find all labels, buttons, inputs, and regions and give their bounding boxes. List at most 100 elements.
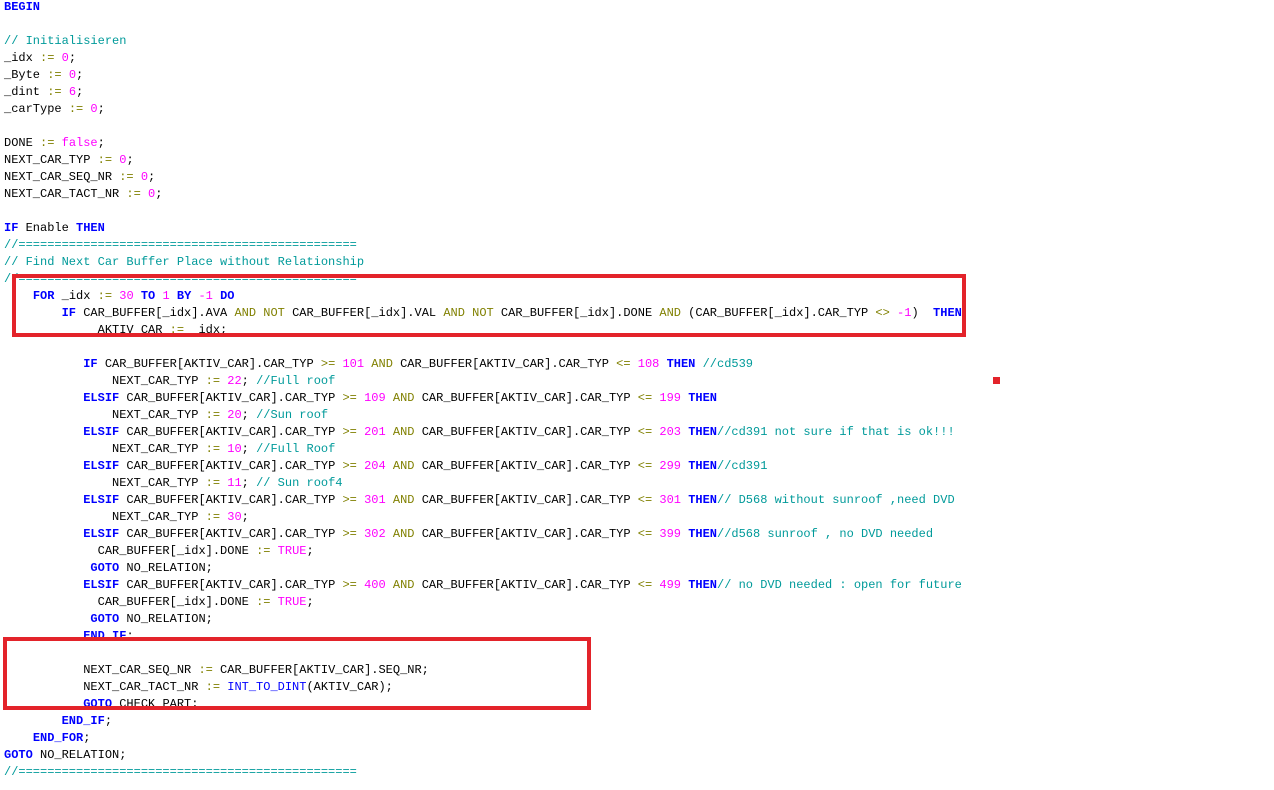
code-token: := <box>206 442 220 456</box>
code-token: DONE <box>4 136 40 150</box>
code-token: 299 <box>659 459 681 473</box>
code-token: Enable <box>18 221 76 235</box>
code-token: CAR_BUFFER[AKTIV_CAR].CAR_TYP <box>415 425 638 439</box>
code-token: CAR_BUFFER[AKTIV_CAR].CAR_TYP <box>415 527 638 541</box>
code-line: // Find Next Car Buffer Place without Re… <box>4 254 962 271</box>
code-token: CAR_BUFFER[_idx].DONE <box>98 544 256 558</box>
code-token: 203 <box>659 425 681 439</box>
code-token: ; <box>155 187 162 201</box>
code-token: >= <box>342 391 356 405</box>
code-token: THEN <box>688 527 717 541</box>
code-token: THEN <box>688 493 717 507</box>
code-token <box>270 595 277 609</box>
code-token: THEN <box>688 425 717 439</box>
code-token: 0 <box>141 170 148 184</box>
code-line: NEXT_CAR_TACT_NR := 0; <box>4 186 962 203</box>
code-token: CAR_BUFFER[AKTIV_CAR].CAR_TYP <box>119 391 342 405</box>
annotation-box <box>12 274 966 337</box>
code-token: >= <box>342 459 356 473</box>
code-token: GOTO <box>90 561 119 575</box>
code-token: 199 <box>659 391 681 405</box>
code-line: NEXT_CAR_TYP := 11; // Sun roof4 <box>4 475 962 492</box>
code-line: ELSIF CAR_BUFFER[AKTIV_CAR].CAR_TYP >= 1… <box>4 390 962 407</box>
code-token: THEN <box>76 221 105 235</box>
code-token: ; <box>83 731 90 745</box>
code-line: _Byte := 0; <box>4 67 962 84</box>
code-token: CAR_BUFFER[AKTIV_CAR].CAR_TYP <box>119 527 342 541</box>
code-token: := <box>40 51 54 65</box>
code-line: CAR_BUFFER[_idx].DONE := TRUE; <box>4 594 962 611</box>
code-line: NEXT_CAR_TYP := 22; //Full roof <box>4 373 962 390</box>
code-token: := <box>126 187 140 201</box>
code-token: TRUE <box>278 544 307 558</box>
code-token: := <box>47 85 61 99</box>
code-token <box>62 68 69 82</box>
code-token: := <box>47 68 61 82</box>
code-token: := <box>98 153 112 167</box>
code-token: 0 <box>69 68 76 82</box>
code-token: CAR_BUFFER[AKTIV_CAR].CAR_TYP <box>119 493 342 507</box>
code-line: ELSIF CAR_BUFFER[AKTIV_CAR].CAR_TYP >= 2… <box>4 458 962 475</box>
code-token: 399 <box>659 527 681 541</box>
code-token: //cd391 not sure if that is ok!!! <box>717 425 955 439</box>
code-token: >= <box>342 527 356 541</box>
code-token: // Initialisieren <box>4 34 126 48</box>
code-token: NEXT_CAR_TYP <box>112 374 206 388</box>
code-token: _dint <box>4 85 47 99</box>
code-token <box>270 544 277 558</box>
code-token: ; <box>76 68 83 82</box>
code-line: //======================================… <box>4 237 962 254</box>
code-token: END_FOR <box>33 731 83 745</box>
code-line: ELSIF CAR_BUFFER[AKTIV_CAR].CAR_TYP >= 3… <box>4 526 962 543</box>
code-line: IF CAR_BUFFER[AKTIV_CAR].CAR_TYP >= 101 … <box>4 356 962 373</box>
code-token: := <box>206 510 220 524</box>
code-token: // D568 without sunroof ,need DVD <box>717 493 955 507</box>
code-line: // Initialisieren <box>4 33 962 50</box>
code-token: 10 <box>227 442 241 456</box>
code-token: CAR_BUFFER[AKTIV_CAR].CAR_TYP <box>415 391 638 405</box>
code-token <box>357 493 364 507</box>
code-token: ; <box>242 374 256 388</box>
code-token: // Sun roof4 <box>256 476 342 490</box>
annotation-dot <box>993 377 1000 384</box>
code-token: <= <box>638 493 652 507</box>
code-line: END_FOR; <box>4 730 962 747</box>
code-token: TRUE <box>278 595 307 609</box>
code-token: ELSIF <box>83 391 119 405</box>
code-token: // no DVD needed : open for future <box>717 578 962 592</box>
code-token <box>62 85 69 99</box>
code-line: NEXT_CAR_TYP := 10; //Full Roof <box>4 441 962 458</box>
code-token: >= <box>321 357 335 371</box>
code-token: ELSIF <box>83 578 119 592</box>
code-token: NEXT_CAR_TYP <box>4 153 98 167</box>
code-line: NEXT_CAR_TYP := 30; <box>4 509 962 526</box>
code-token <box>386 459 393 473</box>
code-token: CAR_BUFFER[AKTIV_CAR].CAR_TYP <box>98 357 321 371</box>
code-token: ; <box>242 510 249 524</box>
code-token: CAR_BUFFER[_idx].DONE <box>98 595 256 609</box>
code-token: := <box>256 595 270 609</box>
code-token <box>357 425 364 439</box>
code-token: := <box>119 170 133 184</box>
code-line: ELSIF CAR_BUFFER[AKTIV_CAR].CAR_TYP >= 2… <box>4 424 962 441</box>
code-token: //======================================… <box>4 238 357 252</box>
code-token: >= <box>342 578 356 592</box>
code-line: NEXT_CAR_TYP := 0; <box>4 152 962 169</box>
code-token: AND <box>393 493 415 507</box>
code-line: _idx := 0; <box>4 50 962 67</box>
code-token: CAR_BUFFER[AKTIV_CAR].CAR_TYP <box>415 493 638 507</box>
code-line: NEXT_CAR_TYP := 20; //Sun roof <box>4 407 962 424</box>
code-line: NEXT_CAR_SEQ_NR := 0; <box>4 169 962 186</box>
code-token <box>631 357 638 371</box>
code-token: // Find Next Car Buffer Place without Re… <box>4 255 364 269</box>
code-line: GOTO NO_RELATION; <box>4 747 962 764</box>
code-line: BEGIN <box>4 0 962 16</box>
code-token: <= <box>638 527 652 541</box>
code-token: <= <box>638 391 652 405</box>
code-token: := <box>206 374 220 388</box>
code-token <box>357 527 364 541</box>
code-line: END_IF; <box>4 713 962 730</box>
code-token: //Sun roof <box>256 408 328 422</box>
code-token: IF <box>83 357 97 371</box>
code-token <box>659 357 666 371</box>
